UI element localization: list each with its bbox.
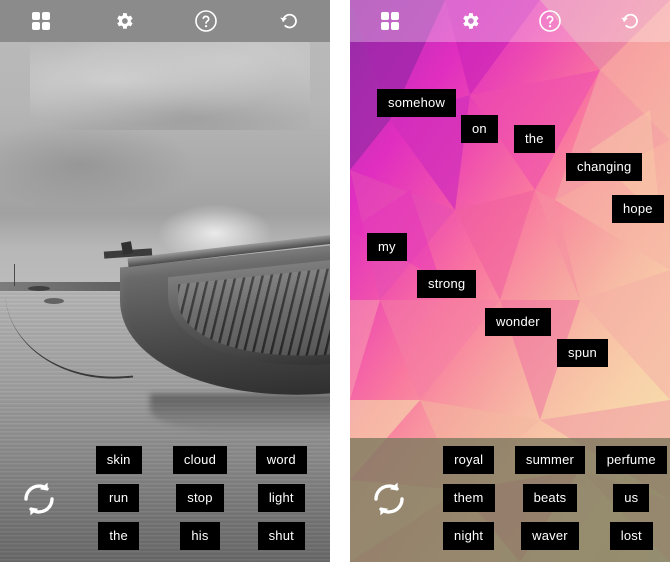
word-tile[interactable]: changing	[566, 153, 643, 181]
tray-word-row: the his shut	[78, 522, 322, 550]
word-tile[interactable]: summer	[514, 446, 586, 474]
tray-word-cell: perfume	[591, 446, 670, 474]
tray-word-cell: light	[241, 484, 322, 512]
tray-word-cell: his	[159, 522, 240, 550]
word-tile[interactable]: us	[613, 484, 650, 512]
word-tile[interactable]: hope	[612, 195, 664, 223]
tray-word-cell: summer	[509, 446, 590, 474]
grid-icon[interactable]	[26, 6, 56, 36]
tray-word-cell: night	[428, 522, 509, 550]
photo-canvas-panel: skin cloud word run stop light the his shut	[0, 0, 330, 562]
tray-word-cell: lost	[591, 522, 670, 550]
word-tray: skin cloud word run stop light the his shut	[0, 438, 330, 562]
word-tile[interactable]: perfume	[595, 446, 667, 474]
word-tile[interactable]: beats	[522, 484, 578, 512]
tray-word-cell: waver	[509, 522, 590, 550]
tray-word-grid: skin cloud word run stop light the his shut	[78, 446, 322, 550]
tray-word-row: royal summer perfume	[428, 446, 670, 474]
tray-word-row: skin cloud word	[78, 446, 322, 474]
word-tray: royal summer perfume them beats us night waver l…	[350, 438, 670, 562]
word-tile[interactable]: his	[180, 522, 220, 550]
refresh-icon[interactable]	[16, 476, 62, 522]
tray-word-cell: us	[591, 484, 670, 512]
word-tile[interactable]: run	[97, 484, 140, 512]
undo-icon[interactable]	[274, 6, 304, 36]
polygon-canvas-panel: somehow on the changing hope my strong wonder sp…	[350, 0, 670, 562]
word-tile[interactable]: my	[367, 233, 407, 261]
help-icon[interactable]	[535, 6, 565, 36]
tray-word-cell: royal	[428, 446, 509, 474]
toolbar	[350, 0, 670, 42]
tray-word-cell: run	[78, 484, 159, 512]
word-tile[interactable]: lost	[609, 522, 653, 550]
cloud-shadow-shape	[0, 120, 200, 210]
distant-mast	[14, 264, 15, 286]
help-icon[interactable]	[191, 6, 221, 36]
word-tile[interactable]: royal	[443, 446, 495, 474]
undo-icon[interactable]	[615, 6, 645, 36]
tray-word-row: night waver lost	[428, 522, 670, 550]
word-tile[interactable]: night	[443, 522, 495, 550]
tray-word-cell: cloud	[159, 446, 240, 474]
tray-word-row: them beats us	[428, 484, 670, 512]
gear-icon[interactable]	[109, 6, 139, 36]
word-tile[interactable]: cloud	[172, 446, 227, 474]
tray-word-cell: skin	[78, 446, 159, 474]
word-tile[interactable]: wonder	[485, 308, 551, 336]
word-tile[interactable]: spun	[557, 339, 608, 367]
word-tile[interactable]: waver	[521, 522, 579, 550]
word-tile[interactable]: stop	[176, 484, 224, 512]
word-tile[interactable]: on	[461, 115, 498, 143]
tray-word-cell: them	[428, 484, 509, 512]
toolbar	[0, 0, 330, 42]
tray-word-cell: shut	[241, 522, 322, 550]
word-tile[interactable]: word	[255, 446, 307, 474]
word-tile[interactable]: the	[514, 125, 555, 153]
word-tile[interactable]: shut	[257, 522, 305, 550]
word-tile[interactable]: somehow	[377, 89, 457, 117]
word-tile[interactable]: the	[98, 522, 139, 550]
tray-word-cell: word	[241, 446, 322, 474]
tray-word-grid: royal summer perfume them beats us night waver l…	[428, 446, 670, 550]
cloud-shape	[30, 30, 310, 130]
tray-word-row: run stop light	[78, 484, 322, 512]
grid-icon[interactable]	[375, 6, 405, 36]
word-tile[interactable]: light	[257, 484, 305, 512]
word-tile[interactable]: skin	[95, 446, 142, 474]
tray-word-cell: beats	[509, 484, 590, 512]
word-tile[interactable]: strong	[417, 270, 477, 298]
tray-word-cell: the	[78, 522, 159, 550]
gear-icon[interactable]	[455, 6, 485, 36]
word-tile[interactable]: them	[442, 484, 495, 512]
boat-prow-peg	[121, 241, 133, 255]
tray-word-cell: stop	[159, 484, 240, 512]
refresh-icon[interactable]	[366, 476, 412, 522]
